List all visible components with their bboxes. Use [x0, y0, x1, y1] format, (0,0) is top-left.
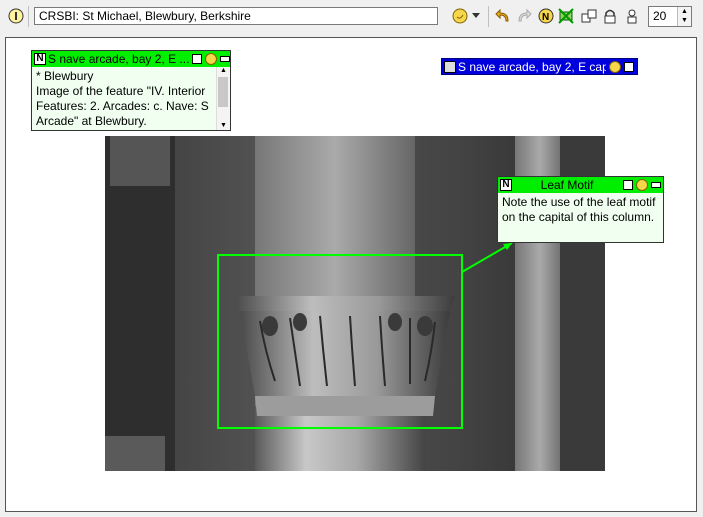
- note-main-title: S nave arcade, bay 2, E ...: [48, 52, 189, 66]
- note-main-body: * Blewbury Image of the feature "IV. Int…: [36, 69, 209, 128]
- zoom-spinner[interactable]: 20 ▲ ▼: [648, 6, 692, 27]
- note-collapsed-title: S nave arcade, bay 2, E cap...: [458, 59, 606, 74]
- note-edit-icon[interactable]: [623, 180, 633, 190]
- zoom-value: 20: [653, 9, 667, 23]
- toolbar: N 20 ▲ ▼: [0, 0, 703, 33]
- note-collapsed[interactable]: S nave arcade, bay 2, E cap...: [441, 58, 638, 75]
- new-note-icon[interactable]: N: [537, 7, 555, 25]
- note-annotate-icon[interactable]: [636, 179, 648, 191]
- spin-down-icon[interactable]: ▼: [678, 16, 691, 25]
- scroll-thumb[interactable]: [218, 77, 228, 107]
- title-field[interactable]: [34, 7, 438, 25]
- separator: [28, 6, 29, 27]
- person-icon[interactable]: [623, 7, 641, 25]
- note-leaf[interactable]: N Leaf Motif Note the use of the leaf mo…: [497, 176, 664, 243]
- svg-text:N: N: [542, 12, 549, 23]
- note-icon: N: [34, 53, 46, 65]
- note-annotate-icon[interactable]: [609, 60, 621, 73]
- delete-note-icon[interactable]: [557, 7, 575, 25]
- spin-up-icon[interactable]: ▲: [678, 7, 691, 16]
- note-icon: N: [500, 179, 512, 191]
- annotate-icon[interactable]: [451, 7, 469, 25]
- note-annotate-icon[interactable]: [205, 53, 217, 65]
- note-edit-icon[interactable]: [192, 54, 202, 64]
- info-icon[interactable]: [7, 7, 25, 25]
- copy-icon[interactable]: [580, 7, 598, 25]
- note-leaf-body: Note the use of the leaf motif on the ca…: [502, 195, 656, 224]
- dropdown-arrow-icon[interactable]: [470, 7, 482, 25]
- note-main[interactable]: N S nave arcade, bay 2, E ... * Blewbury…: [31, 50, 231, 131]
- note-minimize-icon[interactable]: [220, 56, 230, 62]
- scroll-up-icon[interactable]: ▲: [217, 67, 230, 75]
- note-leaf-header[interactable]: N Leaf Motif: [498, 177, 663, 193]
- note-leaf-title: Leaf Motif: [540, 178, 594, 192]
- separator: [488, 6, 489, 27]
- note-main-header[interactable]: N S nave arcade, bay 2, E ...: [32, 51, 230, 67]
- redo-icon[interactable]: [515, 7, 533, 25]
- undo-icon[interactable]: [494, 7, 512, 25]
- lock-icon[interactable]: [601, 7, 619, 25]
- note-minimize-icon[interactable]: [651, 182, 661, 188]
- note-expand-icon[interactable]: [624, 61, 634, 72]
- note-scrollbar[interactable]: ▲ ▼: [216, 67, 230, 130]
- note-type-icon: [444, 60, 456, 73]
- scroll-down-icon[interactable]: ▼: [217, 122, 230, 130]
